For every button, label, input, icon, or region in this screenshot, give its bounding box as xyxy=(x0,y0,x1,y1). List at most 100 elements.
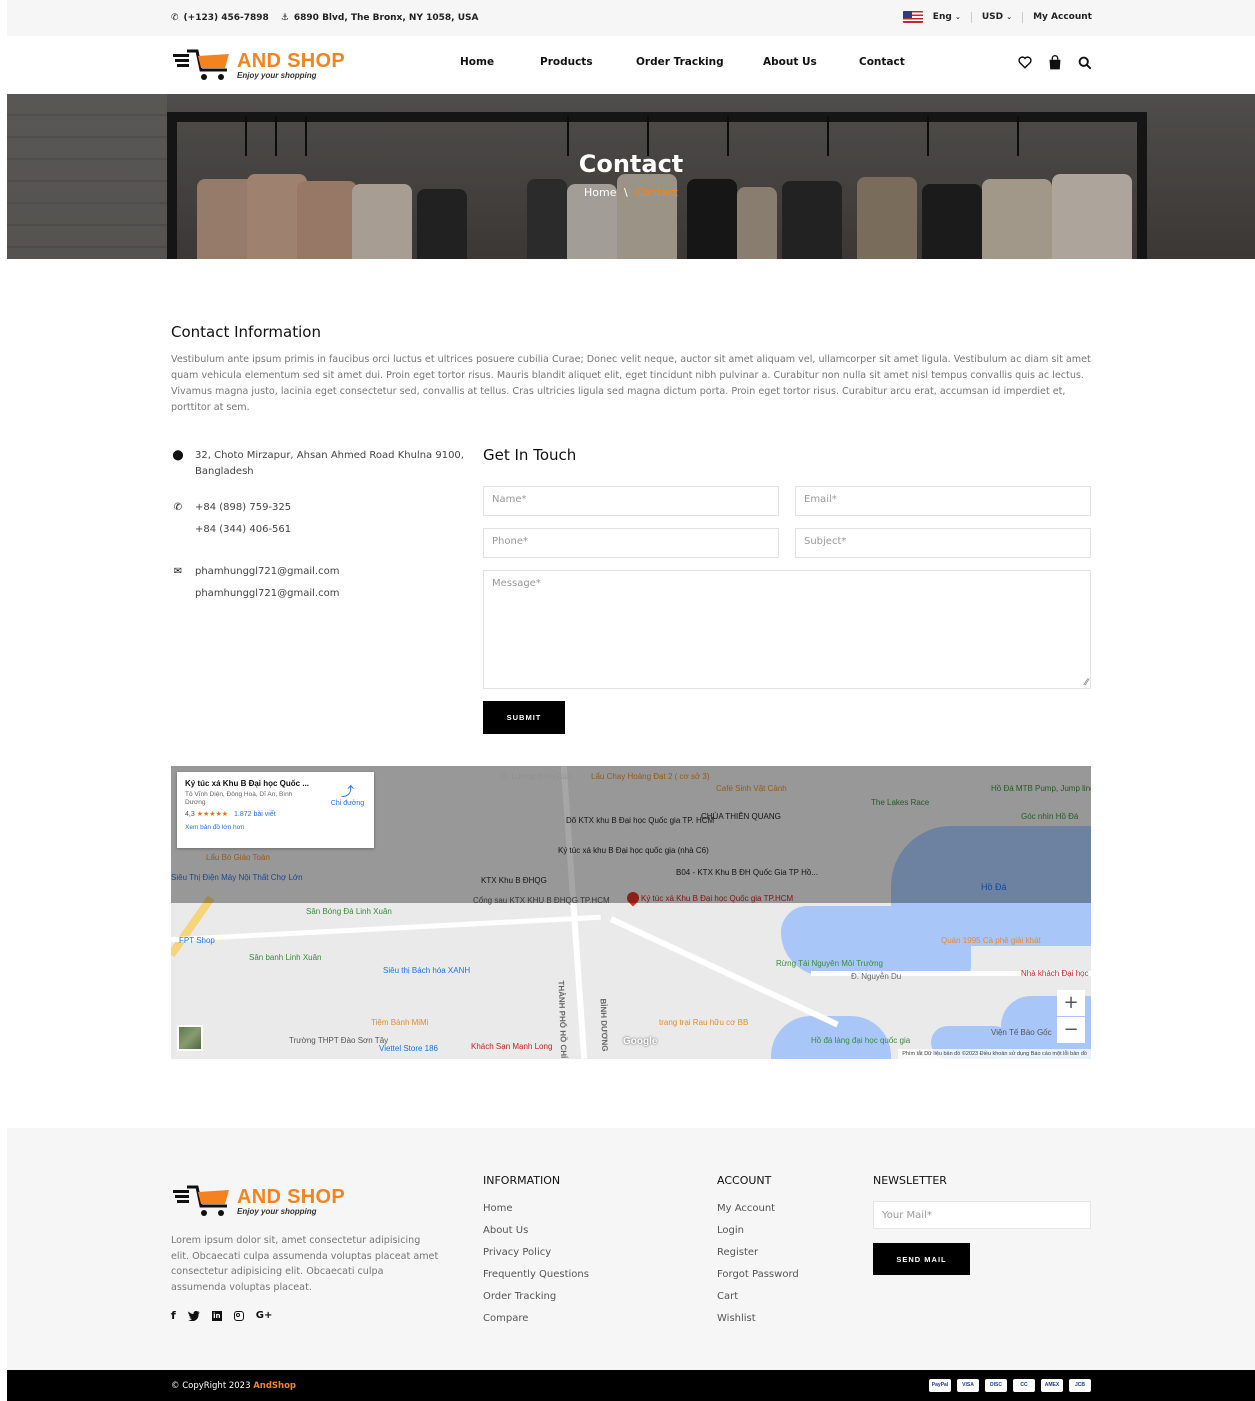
map-label: Hồ đá làng đại học quốc gia xyxy=(811,1036,911,1045)
us-flag-icon xyxy=(902,11,923,23)
map-label: Nhà khách Đại học Quốc gia TP. HCM xyxy=(1021,969,1091,978)
map-label: Trường THPT Đào Sơn Tây xyxy=(289,1036,389,1045)
page-banner: Contact Home \ Contact xyxy=(7,94,1255,259)
footer-link-compare[interactable]: Compare xyxy=(483,1308,589,1330)
map-label: Sân Bóng Đá Linh Xuân xyxy=(306,907,392,916)
address-line-2: Bangladesh xyxy=(195,466,254,477)
zoom-in-button[interactable]: + xyxy=(1057,990,1085,1016)
phone-1[interactable]: +84 (898) 759-325 xyxy=(195,497,291,519)
name-input[interactable]: Name* xyxy=(483,486,779,516)
amex-icon: AMEX xyxy=(1041,1379,1063,1392)
my-account-link[interactable]: My Account xyxy=(1033,12,1092,22)
phone-icon: ✆ xyxy=(171,13,179,23)
nav-about-us[interactable]: About Us xyxy=(763,56,859,68)
linkedin-icon[interactable]: in xyxy=(211,1310,222,1321)
nav-products[interactable]: Products xyxy=(540,56,636,68)
rating-stars: ★★★★★ xyxy=(196,811,229,818)
instagram-icon[interactable] xyxy=(233,1310,244,1321)
facebook-icon[interactable]: f xyxy=(171,1309,176,1322)
google-plus-icon[interactable]: G+ xyxy=(256,1310,273,1321)
map-label: THÀNH PHỐ HỒ CHÍ xyxy=(556,980,569,1059)
phone-input[interactable]: Phone* xyxy=(483,528,779,558)
footer-link-wishlist[interactable]: Wishlist xyxy=(717,1308,799,1330)
footer-link-register[interactable]: Register xyxy=(717,1242,799,1264)
footer-link-forgot-password[interactable]: Forgot Password xyxy=(717,1264,799,1286)
envelope-icon: ✉ xyxy=(173,566,183,577)
contact-phones: ✆ +84 (898) 759-325 +84 (344) 406-561 xyxy=(171,497,291,541)
paypal-icon: PayPal xyxy=(929,1379,951,1392)
map-road xyxy=(171,914,601,943)
copyright: © CopyRight 2023 AndShop xyxy=(171,1381,296,1391)
topbar-phone[interactable]: ✆ (+123) 456-7898 xyxy=(171,13,269,23)
subject-input[interactable]: Subject* xyxy=(795,528,1091,558)
footer-link-faq[interactable]: Frequently Questions xyxy=(483,1264,589,1286)
google-map[interactable]: Lẩu Chay Hoàng Đạt 2 ( cơ sở 3) Café Sin… xyxy=(171,766,1091,1059)
map-label: trang trại Rau hữu cơ BB xyxy=(659,1018,749,1027)
footer-newsletter-title: NEWSLETTER xyxy=(873,1174,947,1187)
email-input[interactable]: Email* xyxy=(795,486,1091,516)
email-1[interactable]: phamhunggl721@gmail.com xyxy=(195,561,339,583)
footer-link-login[interactable]: Login xyxy=(717,1220,799,1242)
message-textarea[interactable]: Message* ⁄⁄ xyxy=(483,570,1091,689)
contact-emails: ✉ phamhunggl721@gmail.com phamhunggl721@… xyxy=(171,561,340,605)
jcb-icon: JCB xyxy=(1069,1379,1091,1392)
address-text: 6890 Blvd, The Bronx, NY 1058, USA xyxy=(293,13,479,23)
footer-link-my-account[interactable]: My Account xyxy=(717,1198,799,1220)
chevron-down-icon: ⌄ xyxy=(1006,13,1013,21)
currency-select[interactable]: USD ⌄ xyxy=(982,12,1012,22)
review-count-link[interactable]: 1.872 bài viết xyxy=(234,811,276,818)
payment-methods: PayPal VISA DISC CC AMEX JCB xyxy=(929,1379,1091,1392)
footer-description: Lorem ipsum dolor sit, amet consectetur … xyxy=(171,1235,439,1293)
footer-link-order-tracking[interactable]: Order Tracking xyxy=(483,1286,589,1308)
language-select[interactable]: Eng ⌄ xyxy=(933,12,961,22)
view-larger-map-link[interactable]: Xem bản đồ lớn hơn xyxy=(185,824,366,831)
phone-icon: ✆ xyxy=(173,502,183,513)
send-mail-button[interactable]: SEND MAIL xyxy=(873,1243,970,1275)
map-marker-icon: ⬤ xyxy=(172,450,184,461)
footer-newsletter: NEWSLETTER xyxy=(873,1174,947,1198)
footer-logo[interactable]: AND SHOP Enjoy your shopping xyxy=(171,1182,345,1220)
footer-account: ACCOUNT My Account Login Register Forgot… xyxy=(717,1174,799,1330)
nav-order-tracking[interactable]: Order Tracking xyxy=(636,56,763,68)
phone-2[interactable]: +84 (344) 406-561 xyxy=(195,519,291,541)
zoom-out-button[interactable]: − xyxy=(1057,1017,1085,1043)
footer-link-privacy[interactable]: Privacy Policy xyxy=(483,1242,589,1264)
brand-name: AND SHOP xyxy=(237,49,345,72)
header-icons xyxy=(1018,55,1092,70)
page-title: Contact xyxy=(578,150,684,178)
directions-button[interactable]: ⤴ Chỉ đường xyxy=(325,781,370,807)
divider xyxy=(970,11,972,23)
email-2[interactable]: phamhunggl721@gmail.com xyxy=(195,583,339,605)
shopping-bag-icon[interactable] xyxy=(1048,55,1062,70)
twitter-icon[interactable] xyxy=(187,1310,200,1321)
map-highway xyxy=(171,895,215,958)
footer-link-about[interactable]: About Us xyxy=(483,1220,589,1242)
heart-icon[interactable] xyxy=(1018,56,1032,69)
get-in-touch-title: Get In Touch xyxy=(483,446,577,464)
breadcrumb: Home \ Contact xyxy=(7,186,1255,199)
satellite-toggle[interactable] xyxy=(177,1025,203,1051)
resize-handle-icon[interactable]: ⁄⁄ xyxy=(1085,678,1088,688)
nav-contact[interactable]: Contact xyxy=(859,56,905,68)
address-line-1: 32, Choto Mirzapur, Ahsan Ahmed Road Khu… xyxy=(195,450,464,461)
copyright-brand[interactable]: AndShop xyxy=(253,1381,296,1391)
breadcrumb-home[interactable]: Home xyxy=(584,186,616,199)
footer-link-cart[interactable]: Cart xyxy=(717,1286,799,1308)
header: AND SHOP Enjoy your shopping Home Produc… xyxy=(7,36,1255,94)
visa-icon: VISA xyxy=(957,1379,979,1392)
contact-address: ⬤ 32, Choto Mirzapur, Ahsan Ahmed Road K… xyxy=(171,448,471,480)
submit-button[interactable]: SUBMIT xyxy=(483,701,565,734)
map-label: Rừng Tái Nguyên Môi Trường xyxy=(776,959,883,968)
social-links: f in G+ xyxy=(171,1309,272,1322)
credit-card-icon: CC xyxy=(1013,1379,1035,1392)
footer-link-home[interactable]: Home xyxy=(483,1198,589,1220)
breadcrumb-current: Contact xyxy=(635,186,678,199)
nav-home[interactable]: Home xyxy=(460,56,540,68)
brand-tagline: Enjoy your shopping xyxy=(237,70,317,80)
logo[interactable]: AND SHOP Enjoy your shopping xyxy=(171,46,345,84)
directions-label: Chỉ đường xyxy=(330,800,365,807)
map-attribution[interactable]: Phím tắt Dữ liệu bản đồ ©2023 Điều khoản… xyxy=(898,1049,1091,1059)
newsletter-email-input[interactable]: Your Mail* xyxy=(873,1201,1091,1229)
message-placeholder: Message* xyxy=(492,578,541,589)
search-icon[interactable] xyxy=(1078,56,1092,70)
